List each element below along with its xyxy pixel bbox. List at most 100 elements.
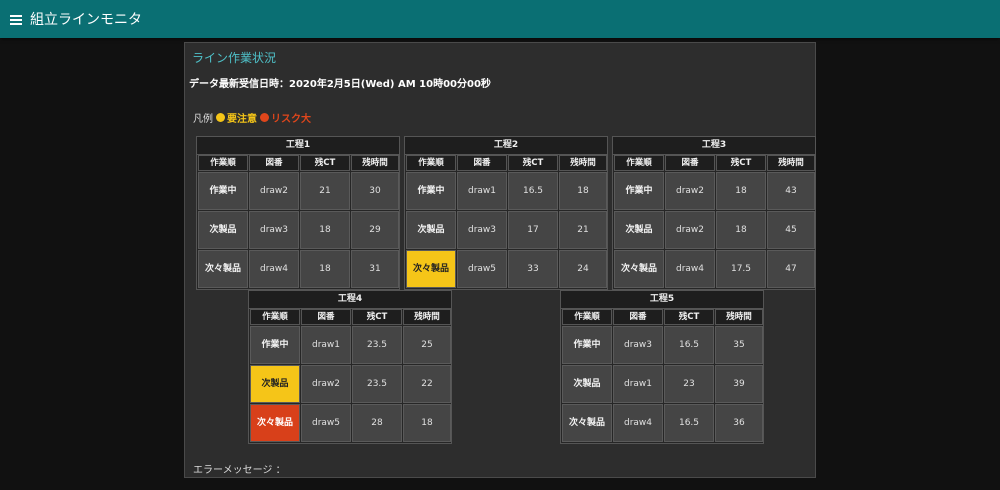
legend-label: 凡例	[193, 114, 213, 125]
column-header: 作業順	[406, 155, 456, 171]
drawing-cell: draw1	[301, 326, 351, 364]
drawing-cell: draw2	[301, 365, 351, 403]
remaining-time-cell: 45	[767, 211, 815, 249]
remaining-time-cell: 24	[559, 250, 607, 288]
risk-dot-icon	[260, 113, 269, 122]
remaining-ct-cell: 16.5	[508, 172, 558, 210]
process-table-3: 工程3 作業順 図番 残CT 残時間作業中 draw2 18 43 次製品 draw2 18 45 次々…	[612, 136, 816, 290]
remaining-ct-cell: 17	[508, 211, 558, 249]
column-header: 作業順	[198, 155, 248, 171]
drawing-cell: draw4	[613, 404, 663, 442]
process-table-1: 工程1 作業順 図番 残CT 残時間 作業中 draw2 21 30 次製品 draw3 18 29 次々…	[196, 136, 400, 290]
drawing-cell: draw4	[665, 250, 715, 288]
column-header: 残時間	[351, 155, 399, 171]
drawing-cell: draw2	[665, 211, 715, 249]
remaining-ct-cell: 18	[716, 172, 766, 210]
column-header: 図番	[249, 155, 299, 171]
work-order-cell: 次製品	[614, 211, 664, 249]
drawing-cell: draw3	[613, 326, 663, 364]
process-name: 工程1	[197, 137, 399, 155]
drawing-cell: draw4	[249, 250, 299, 288]
column-header: 図番	[457, 155, 507, 171]
remaining-ct-cell: 18	[300, 211, 350, 249]
caution-dot-icon	[216, 113, 225, 122]
work-order-cell: 次製品	[250, 365, 300, 403]
drawing-cell: draw5	[301, 404, 351, 442]
drawing-cell: draw3	[249, 211, 299, 249]
panel-title: ライン作業状況	[192, 51, 277, 65]
remaining-ct-cell: 18	[300, 250, 350, 288]
work-order-cell: 次々製品	[614, 250, 664, 288]
remaining-ct-cell: 28	[352, 404, 402, 442]
app-header: 組立ラインモニタ	[0, 0, 1000, 38]
error-message: エラーメッセージ ：	[193, 465, 286, 476]
column-header: 作業順	[614, 155, 664, 171]
work-order-cell: 次製品	[198, 211, 248, 249]
legend-caution: 要注意	[227, 114, 257, 125]
column-header: 残時間	[767, 155, 815, 171]
process-name: 工程5	[561, 291, 763, 309]
column-header: 図番	[613, 309, 663, 325]
work-order-cell: 次々製品	[250, 404, 300, 442]
work-order-cell: 次々製品	[406, 250, 456, 288]
work-order-cell: 次々製品	[562, 404, 612, 442]
column-header: 残時間	[715, 309, 763, 325]
work-order-cell: 作業中	[406, 172, 456, 210]
remaining-time-cell: 36	[715, 404, 763, 442]
column-header: 残CT	[664, 309, 714, 325]
work-order-cell: 作業中	[198, 172, 248, 210]
process-name: 工程3	[613, 137, 815, 155]
process-table-5: 工程5 作業順 図番 残CT 残時間作業中 draw3 16.5 35 次製品 draw1 23 39…	[560, 290, 764, 444]
remaining-ct-cell: 18	[716, 211, 766, 249]
column-header: 作業順	[562, 309, 612, 325]
column-header: 図番	[301, 309, 351, 325]
drawing-cell: draw1	[457, 172, 507, 210]
hamburger-menu-icon[interactable]	[10, 13, 24, 25]
legend: 凡例 要注意 リスク大	[193, 110, 311, 125]
remaining-time-cell: 43	[767, 172, 815, 210]
drawing-cell: draw5	[457, 250, 507, 288]
process-name: 工程2	[405, 137, 607, 155]
column-header: 残CT	[508, 155, 558, 171]
process-table-4: 工程4 作業順 図番 残CT 残時間 作業中 draw1 23.5 25 次製品 draw2 23.5…	[248, 290, 452, 444]
remaining-time-cell: 22	[403, 365, 451, 403]
remaining-ct-cell: 17.5	[716, 250, 766, 288]
process-table-2: 工程2 作業順 図番 残CT 残時間作業中 draw1 16.5 18 次製品 draw3 17 21…	[404, 136, 608, 290]
remaining-time-cell: 35	[715, 326, 763, 364]
remaining-ct-cell: 16.5	[664, 404, 714, 442]
work-order-cell: 作業中	[562, 326, 612, 364]
drawing-cell: draw2	[665, 172, 715, 210]
drawing-cell: draw1	[613, 365, 663, 403]
column-header: 残CT	[716, 155, 766, 171]
remaining-ct-cell: 23.5	[352, 365, 402, 403]
remaining-time-cell: 29	[351, 211, 399, 249]
remaining-time-cell: 21	[559, 211, 607, 249]
remaining-ct-cell: 21	[300, 172, 350, 210]
column-header: 作業順	[250, 309, 300, 325]
work-order-cell: 次製品	[406, 211, 456, 249]
app-title: 組立ラインモニタ	[30, 12, 142, 28]
remaining-time-cell: 47	[767, 250, 815, 288]
remaining-time-cell: 18	[559, 172, 607, 210]
column-header: 図番	[665, 155, 715, 171]
column-header: 残時間	[559, 155, 607, 171]
drawing-cell: draw2	[249, 172, 299, 210]
column-header: 残CT	[300, 155, 350, 171]
remaining-ct-cell: 23	[664, 365, 714, 403]
drawing-cell: draw3	[457, 211, 507, 249]
remaining-ct-cell: 33	[508, 250, 558, 288]
process-name: 工程4	[249, 291, 451, 309]
line-status-panel: ライン作業状況 データ最新受信日時：2020年2月5日(Wed) AM 10時0…	[184, 42, 816, 478]
remaining-ct-cell: 23.5	[352, 326, 402, 364]
remaining-time-cell: 25	[403, 326, 451, 364]
legend-risk: リスク大	[271, 114, 311, 125]
remaining-time-cell: 31	[351, 250, 399, 288]
work-order-cell: 次製品	[562, 365, 612, 403]
remaining-time-cell: 18	[403, 404, 451, 442]
last-received-timestamp: データ最新受信日時：2020年2月5日(Wed) AM 10時00分00秒	[189, 79, 491, 90]
work-order-cell: 作業中	[614, 172, 664, 210]
work-order-cell: 作業中	[250, 326, 300, 364]
work-order-cell: 次々製品	[198, 250, 248, 288]
remaining-time-cell: 39	[715, 365, 763, 403]
column-header: 残時間	[403, 309, 451, 325]
